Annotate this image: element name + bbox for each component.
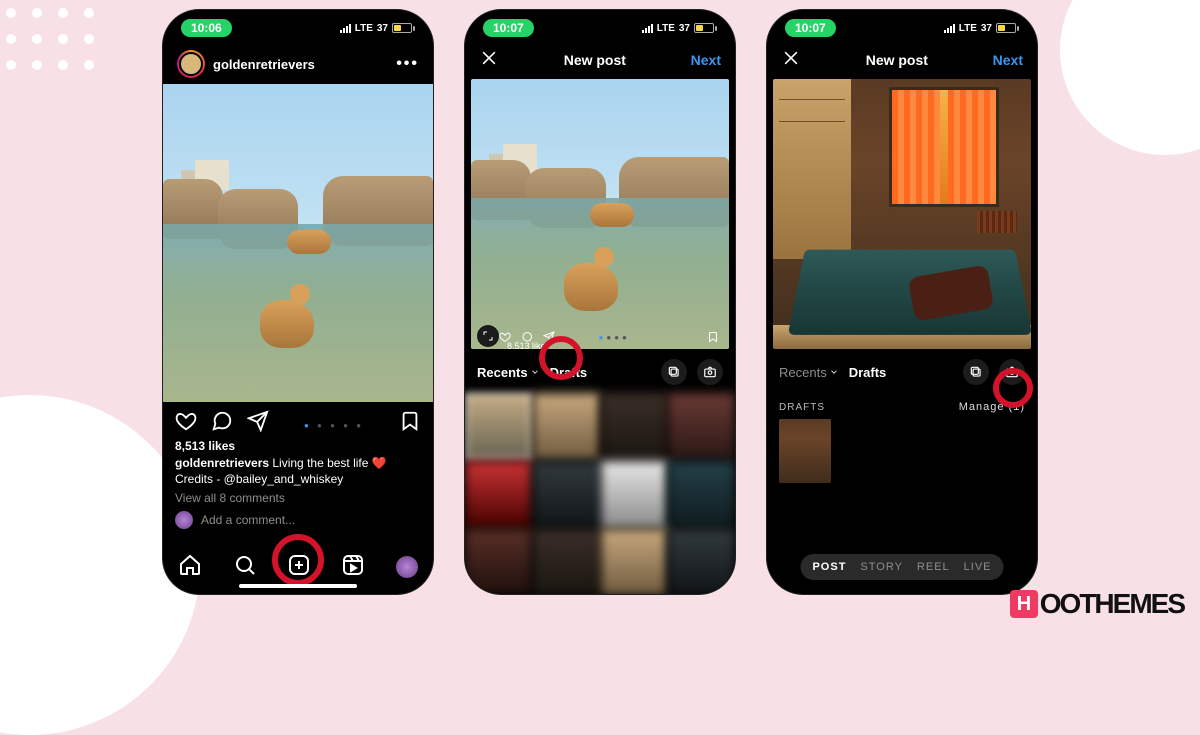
view-comments-link[interactable]: View all 8 comments [163,487,433,505]
newpost-header: New post Next [767,46,1037,79]
reels-icon[interactable] [341,553,365,582]
caption-credits: Credits - @bailey_and_whiskey [175,472,343,486]
status-bar: 10:06 LTE 37 [163,10,433,46]
search-icon[interactable] [233,553,257,582]
gallery-thumb[interactable] [533,461,600,528]
annotation-circle [993,368,1033,408]
expand-icon[interactable] [477,325,499,347]
phone-screen-newpost-drafts: 10:07 LTE 37 New post Next [767,10,1037,594]
post-action-bar: ● ● ● ● ● [163,402,433,439]
post-header: goldenretrievers ••• [163,46,433,84]
brand-text: OOTHEMES [1040,588,1184,620]
gallery-thumb[interactable] [601,529,668,595]
my-avatar [175,511,193,529]
source-picker-row: Recents Drafts [465,349,735,393]
profile-avatar-icon[interactable] [396,556,418,578]
story-avatar[interactable] [177,50,205,78]
phone-screen-feed: 10:06 LTE 37 goldenretrievers ••• [163,10,433,594]
camera-icon[interactable] [697,359,723,385]
share-icon[interactable] [247,410,269,437]
annotation-circle [539,336,583,380]
close-icon[interactable] [781,48,801,71]
battery-icon [694,23,717,33]
gallery-thumb[interactable] [465,529,532,595]
heart-emoji: ❤️ [372,456,387,470]
chevron-down-icon [829,365,839,380]
gallery-thumb[interactable] [465,461,532,528]
preview-likes: 8,513 like [507,341,546,349]
status-bar: 10:07 LTE 37 [465,10,735,46]
mode-story[interactable]: STORY [860,561,903,573]
post-username[interactable]: goldenretrievers [213,57,315,72]
recents-tab[interactable]: Recents [779,365,839,380]
carousel-dots: ● ● ● ● ● [304,421,364,430]
gallery-thumb[interactable] [465,393,532,460]
brand-watermark: HOOTHEMES [1010,588,1184,620]
gallery-thumb[interactable] [533,529,600,595]
add-comment-row[interactable]: Add a comment... [163,505,433,535]
like-icon[interactable] [175,410,197,437]
network-label: LTE [959,23,977,34]
status-time: 10:06 [181,19,232,37]
gallery-thumb[interactable] [668,461,735,528]
phone-screen-newpost-gallery: 10:07 LTE 37 New post Next [465,10,735,594]
page-title: New post [801,52,993,68]
gallery-thumb[interactable] [601,393,668,460]
signal-icon [340,24,351,33]
battery-icon [996,23,1019,33]
page-title: New post [499,52,691,68]
signal-icon [944,24,955,33]
post-photo[interactable] [163,84,433,402]
bookmark-icon[interactable] [399,410,421,437]
gallery-thumb[interactable] [601,461,668,528]
gallery-thumb[interactable] [533,393,600,460]
multi-select-icon[interactable] [963,359,989,385]
brand-logo-icon: H [1010,590,1038,618]
post-mode-selector[interactable]: POST STORY REEL LIVE [800,554,1003,580]
newpost-header: New post Next [465,46,735,79]
battery-percent: 37 [377,23,388,34]
status-bar: 10:07 LTE 37 [767,10,1037,46]
recents-tab[interactable]: Recents [477,365,540,380]
caption-username[interactable]: goldenretrievers [175,456,269,470]
status-time: 10:07 [785,19,836,37]
signal-icon [642,24,653,33]
chevron-down-icon [530,365,540,380]
drafts-tab[interactable]: Drafts [849,365,887,380]
home-indicator [239,584,357,588]
draft-thumbnail[interactable] [779,419,831,483]
status-time: 10:07 [483,19,534,37]
more-icon[interactable]: ••• [396,55,419,73]
photo-gallery-grid [465,393,735,594]
gallery-thumb[interactable] [668,393,735,460]
mode-live[interactable]: LIVE [964,561,992,573]
drafts-label: DRAFTS [779,402,825,413]
gallery-thumb[interactable] [668,529,735,595]
battery-percent: 37 [981,23,992,34]
next-button[interactable]: Next [691,52,721,68]
close-icon[interactable] [479,48,499,71]
selected-preview[interactable]: ●●●● 8,513 like [471,79,729,349]
battery-percent: 37 [679,23,690,34]
mode-post[interactable]: POST [812,561,846,573]
comment-icon[interactable] [211,410,233,437]
network-label: LTE [657,23,675,34]
multi-select-icon[interactable] [661,359,687,385]
next-button[interactable]: Next [993,52,1023,68]
annotation-circle [272,534,324,586]
selected-preview[interactable] [773,79,1031,349]
battery-icon [392,23,415,33]
mode-reel[interactable]: REEL [917,561,950,573]
post-caption: goldenretrievers Living the best life ❤️… [163,453,433,487]
add-comment-placeholder: Add a comment... [201,513,295,527]
likes-count[interactable]: 8,513 likes [163,439,433,453]
home-icon[interactable] [178,553,202,582]
network-label: LTE [355,23,373,34]
